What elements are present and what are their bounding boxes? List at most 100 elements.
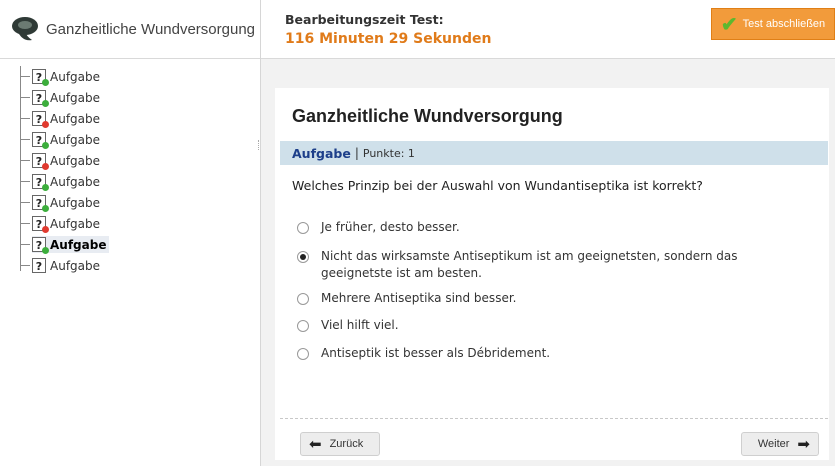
status-dot-icon [42,142,49,149]
sidebar-item-9[interactable]: ? Aufgabe [14,234,254,255]
sidebar-item-6[interactable]: ? Aufgabe [14,171,254,192]
question-points: Punkte: 1 [362,146,415,160]
radio-button[interactable] [297,348,309,360]
radio-button[interactable] [297,293,309,305]
sidebar-item-box: ? Aufgabe [32,236,110,254]
tree-connector [20,160,30,161]
question-tree: ? Aufgabe? Aufgabe? Aufgabe? Aufgabe? Aufgabe… [14,66,254,276]
answer-option-label: Mehrere Antiseptika sind besser. [321,291,517,305]
question-mark-icon: ? [32,258,46,273]
tree-connector [20,223,30,224]
answer-option-3[interactable]: Mehrere Antiseptika sind besser. [297,290,797,307]
bandage-logo-icon [12,17,38,41]
question-mark-icon: ? [32,90,49,107]
sidebar: Ganzheitliche Wundversorgung ? Aufgabe? Au… [0,0,261,466]
tree-connector [20,181,30,182]
sidebar-item-box: ? Aufgabe [32,110,103,128]
status-dot-icon [42,184,49,191]
radio-button[interactable] [297,251,309,263]
sidebar-item-label: Aufgabe [50,90,101,105]
question-title: Ganzheitliche Wundversorgung [292,106,563,126]
sidebar-header: Ganzheitliche Wundversorgung [0,0,260,59]
sidebar-item-label: Aufgabe [50,153,101,168]
answer-option-4[interactable]: Viel hilft viel. [297,317,797,334]
answer-option-5[interactable]: Antiseptik ist besser als Débridement. [297,345,797,362]
divider [280,418,828,419]
arrow-left-icon: ⬅ [309,436,322,453]
tree-connector [20,118,30,119]
sidebar-item-box: ? Aufgabe [32,194,103,212]
tree-connector [20,202,30,203]
sidebar-item-10[interactable]: ? Aufgabe [14,255,254,276]
question-type: Aufgabe [292,145,351,161]
sidebar-item-box: ? Aufgabe [32,131,103,149]
next-button[interactable]: Weiter ➡ [741,432,819,456]
sidebar-item-label: Aufgabe [50,69,101,84]
status-dot-icon [42,205,49,212]
sidebar-item-box: ? Aufgabe [32,215,103,233]
status-dot-icon [42,163,49,170]
sidebar-item-1[interactable]: ? Aufgabe [14,66,254,87]
question-mark-icon: ? [32,111,49,128]
sidebar-item-box: ? Aufgabe [32,89,103,107]
answer-option-1[interactable]: Je früher, desto besser. [297,219,797,236]
sidebar-item-label: Aufgabe [50,216,101,231]
sidebar-item-label: Aufgabe [50,237,107,252]
splitter-handle[interactable] [258,140,261,150]
sidebar-item-label: Aufgabe [50,111,101,126]
back-label: Zurück [329,438,364,450]
tree-connector [20,76,30,77]
sidebar-item-box: ? Aufgabe [32,152,103,170]
sidebar-item-label: Aufgabe [50,258,101,273]
question-mark-icon: ? [32,174,49,191]
sidebar-item-8[interactable]: ? Aufgabe [14,213,254,234]
sidebar-item-4[interactable]: ? Aufgabe [14,129,254,150]
tree-connector [20,97,30,98]
sidebar-item-7[interactable]: ? Aufgabe [14,192,254,213]
status-dot-icon [42,226,49,233]
answer-option-label: Antiseptik ist besser als Débridement. [321,346,551,360]
tree-connector [20,139,30,140]
finish-test-label: Test abschließen [742,18,826,30]
question-mark-icon: ? [32,132,49,149]
next-label: Weiter [757,438,790,450]
timer-label: Bearbeitungszeit Test: [285,12,444,27]
question-mark-icon: ? [32,69,49,86]
info-separator: | [354,146,359,160]
sidebar-item-3[interactable]: ? Aufgabe [14,108,254,129]
answer-option-label: Je früher, desto besser. [321,220,460,234]
question-mark-icon: ? [32,153,49,170]
header-bar: Bearbeitungszeit Test: 116 Minuten 29 Se… [261,0,835,59]
sidebar-item-box: ? Aufgabe [32,173,103,191]
sidebar-item-5[interactable]: ? Aufgabe [14,150,254,171]
status-dot-icon [42,247,49,254]
question-mark-icon: ? [32,216,49,233]
question-text: Welches Prinzip bei der Auswahl von Wund… [292,178,703,193]
tree-connector [20,265,30,266]
answer-option-2[interactable]: Nicht das wirksamste Antiseptikum ist am… [297,248,797,282]
tree-connector [20,244,30,245]
finish-test-button[interactable]: ✔ Test abschließen [711,8,835,40]
question-info-bar: Aufgabe | Punkte: 1 [280,141,828,165]
radio-button[interactable] [297,320,309,332]
answer-option-label: Nicht das wirksamste Antiseptikum ist am… [321,249,738,280]
sidebar-item-label: Aufgabe [50,132,101,147]
sidebar-title: Ganzheitliche Wundversorgung [46,20,256,38]
question-panel: Ganzheitliche Wundversorgung Aufgabe | P… [275,88,829,460]
question-mark-icon: ? [32,195,49,212]
status-dot-icon [42,100,49,107]
sidebar-item-2[interactable]: ? Aufgabe [14,87,254,108]
sidebar-item-label: Aufgabe [50,195,101,210]
checkmark-icon: ✔ [720,13,738,36]
status-dot-icon [42,79,49,86]
arrow-right-icon: ➡ [797,436,810,453]
back-button[interactable]: ⬅ Zurück [300,432,380,456]
answer-option-label: Viel hilft viel. [321,318,399,332]
sidebar-item-box: ? Aufgabe [32,68,103,86]
sidebar-item-box: ? Aufgabe [32,257,103,274]
radio-button[interactable] [297,222,309,234]
sidebar-item-label: Aufgabe [50,174,101,189]
timer-value: 116 Minuten 29 Sekunden [285,31,492,47]
status-dot-icon [42,121,49,128]
question-mark-icon: ? [32,237,49,254]
